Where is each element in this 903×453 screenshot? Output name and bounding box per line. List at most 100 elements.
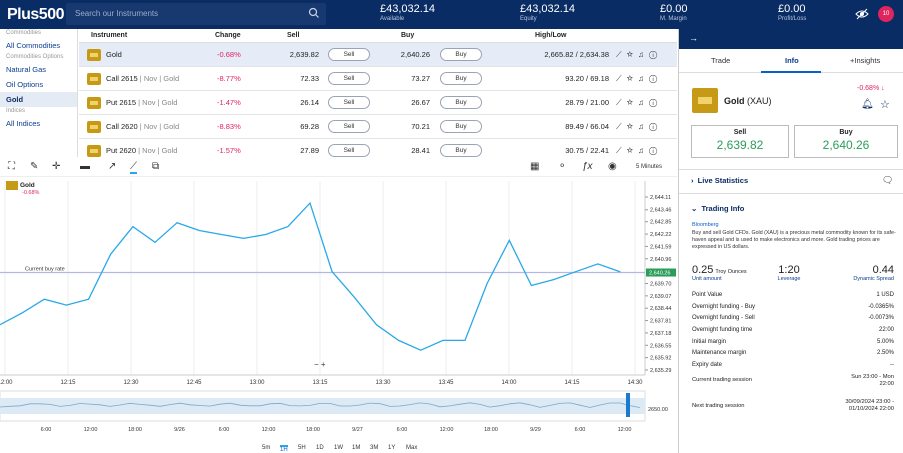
- timeframe-1m[interactable]: 1M: [352, 445, 360, 451]
- instrument-cell: Call 2615 | Nov | Gold: [106, 74, 179, 83]
- x-tick-label: 12:45: [186, 380, 202, 386]
- detail-label: Overnight funding time: [692, 327, 753, 334]
- unit-amount-block: 0.25 Troy Ounces Unit amount: [692, 264, 747, 282]
- bell-icon[interactable]: ♫: [638, 50, 649, 59]
- table-row[interactable]: Call 2615 | Nov | Gold -8.77% 72.33 Sell…: [79, 67, 677, 91]
- sell-button[interactable]: Sell: [328, 144, 370, 157]
- x-tick-label: 14:00: [501, 380, 517, 386]
- row-actions: ⟋☆♫ⓘ: [616, 74, 662, 84]
- session-next-value: 30/09/2024 23:00 - 01/10/2024 22:00: [845, 399, 894, 412]
- spread-label: Dynamic Spread: [853, 276, 894, 282]
- stat-value: £43,032.14: [380, 3, 436, 15]
- info-icon[interactable]: ⓘ: [649, 122, 662, 131]
- timeframe-1d[interactable]: 1D: [316, 445, 324, 451]
- sidebar-item[interactable]: All Commodities: [0, 38, 77, 53]
- info-icon[interactable]: ⓘ: [649, 98, 662, 107]
- timeframe-3m[interactable]: 3M: [370, 445, 378, 451]
- trend-icon[interactable]: ⟋: [616, 74, 627, 83]
- navigator-tick: 6:00: [575, 427, 586, 433]
- buy-button[interactable]: Buy: [440, 72, 482, 85]
- sell-button[interactable]: Sell: [328, 120, 370, 133]
- sidebar-item[interactable]: Natural Gas: [0, 62, 77, 77]
- y-tick-label: 2,635.92: [650, 356, 671, 362]
- trading-info-toggle[interactable]: ⌄ Trading Info: [691, 204, 744, 213]
- star-icon[interactable]: ☆: [627, 122, 638, 131]
- sidebar-item[interactable]: Oil Options: [0, 77, 77, 92]
- star-icon[interactable]: ☆: [627, 50, 638, 59]
- tab-info[interactable]: Info: [785, 56, 799, 65]
- buy-button[interactable]: Buy: [440, 144, 482, 157]
- leverage-label: Leverage: [777, 276, 801, 282]
- chart-panel: ⛶ ✎ ✛ ▬ ↗ ⟋ ⧉ ▦ ⚬ ƒx ◉ 5 Minutes Gold -0…: [0, 157, 677, 453]
- table-row[interactable]: Put 2620 | Nov | Gold -1.57% 27.89 Sell …: [79, 139, 677, 157]
- trend-icon[interactable]: ⟋: [616, 146, 627, 155]
- row-actions: ⟋☆♫ⓘ: [616, 122, 662, 132]
- info-icon[interactable]: ⓘ: [649, 146, 662, 155]
- instrument-name: Put 2615: [106, 98, 137, 107]
- session-current-label: Current trading session: [692, 377, 752, 383]
- stat-margin: £0.00 M. Margin: [660, 3, 688, 22]
- data-point: [265, 234, 267, 235]
- live-statistics-toggle[interactable]: › Live Statistics: [691, 176, 748, 185]
- navigator-handle[interactable]: [626, 393, 630, 417]
- bell-icon[interactable]: ♫: [638, 122, 649, 131]
- trend-icon[interactable]: ⟋: [616, 98, 627, 107]
- sell-button[interactable]: Sell: [328, 96, 370, 109]
- table-row[interactable]: Put 2615 | Nov | Gold -1.47% 26.14 Sell …: [79, 91, 677, 115]
- buy-box[interactable]: Buy 2,640.26: [794, 125, 898, 158]
- row-actions: ⟋☆♫ⓘ: [616, 146, 662, 156]
- buy-cell: 73.27: [411, 74, 430, 83]
- timeframe-1y[interactable]: 1Y: [388, 445, 395, 451]
- info-icon[interactable]: ⓘ: [649, 50, 662, 59]
- instrument-symbol: (XAU): [747, 96, 772, 106]
- star-icon[interactable]: ☆: [627, 74, 638, 83]
- buy-cell: 2,640.26: [400, 50, 430, 59]
- tab-insights[interactable]: +Insights: [850, 56, 880, 65]
- session-current: Current trading session Sun 23:00 - Mon 2…: [692, 374, 894, 387]
- sidebar-item[interactable]: All Indices: [0, 116, 77, 131]
- x-tick-label: 12:15: [60, 380, 76, 386]
- search-input[interactable]: Search our Instruments: [66, 3, 326, 25]
- star-icon[interactable]: ☆: [627, 98, 638, 107]
- top-bar: Plus500 Search our Instruments £43,032.1…: [0, 0, 903, 29]
- timeframe-1h[interactable]: 1H: [280, 445, 288, 453]
- data-point: [287, 226, 289, 228]
- star-icon[interactable]: ☆: [880, 98, 890, 111]
- data-point: [43, 298, 45, 300]
- buy-button[interactable]: Buy: [440, 120, 482, 133]
- sell-button[interactable]: Sell: [328, 72, 370, 85]
- table-row[interactable]: Call 2620 | Nov | Gold -8.83% 69.28 Sell…: [79, 115, 677, 139]
- trend-icon[interactable]: ⟋: [616, 122, 627, 131]
- search-icon[interactable]: [308, 7, 320, 19]
- navigator-tick: 12:00: [618, 427, 632, 433]
- chat-icon[interactable]: 🗨︎: [882, 175, 893, 186]
- session-current-value: Sun 23:00 - Mon 22:00: [851, 374, 894, 387]
- timeframe-5m[interactable]: 5m: [262, 445, 270, 451]
- tab-trade[interactable]: Trade: [711, 56, 730, 65]
- collapse-arrow-icon[interactable]: →: [689, 33, 698, 43]
- zoom-controls[interactable]: − +: [314, 360, 326, 369]
- trend-icon[interactable]: ⟋: [616, 50, 627, 59]
- bell-icon[interactable]: ♫: [638, 98, 649, 107]
- price-chart[interactable]: 12:00 12:15 12:30 12:45 13:00 13:15 13:30 13:45…: [0, 157, 677, 453]
- buy-button[interactable]: Buy: [440, 48, 482, 61]
- timeframe-5h[interactable]: 5H: [298, 445, 306, 451]
- bell-icon[interactable]: ♫: [638, 146, 649, 155]
- timeframe-1w[interactable]: 1W: [334, 445, 343, 451]
- avatar[interactable]: 10: [878, 6, 894, 22]
- info-icon[interactable]: ⓘ: [649, 74, 662, 83]
- data-point: [243, 237, 245, 239]
- timeframe-max[interactable]: Max: [406, 445, 417, 451]
- buy-button[interactable]: Buy: [440, 96, 482, 109]
- sell-button[interactable]: Sell: [328, 48, 370, 61]
- table-row[interactable]: Gold -0.68% 2,639.82 Sell 2,640.26 Buy 2…: [79, 43, 677, 67]
- star-icon[interactable]: ☆: [627, 146, 638, 155]
- sell-box[interactable]: Sell 2,639.82: [691, 125, 789, 158]
- table-header: Instrument Change Sell Buy High/Low: [79, 29, 677, 43]
- hide-balance-icon[interactable]: [855, 8, 869, 20]
- bell-icon[interactable]: 🔔︎: [861, 99, 874, 110]
- stat-label: Available: [380, 16, 405, 22]
- bell-icon[interactable]: ♫: [638, 74, 649, 83]
- sidebar-item[interactable]: Gold: [0, 92, 77, 107]
- instrument-table: Instrument Change Sell Buy High/Low Gold…: [79, 29, 677, 157]
